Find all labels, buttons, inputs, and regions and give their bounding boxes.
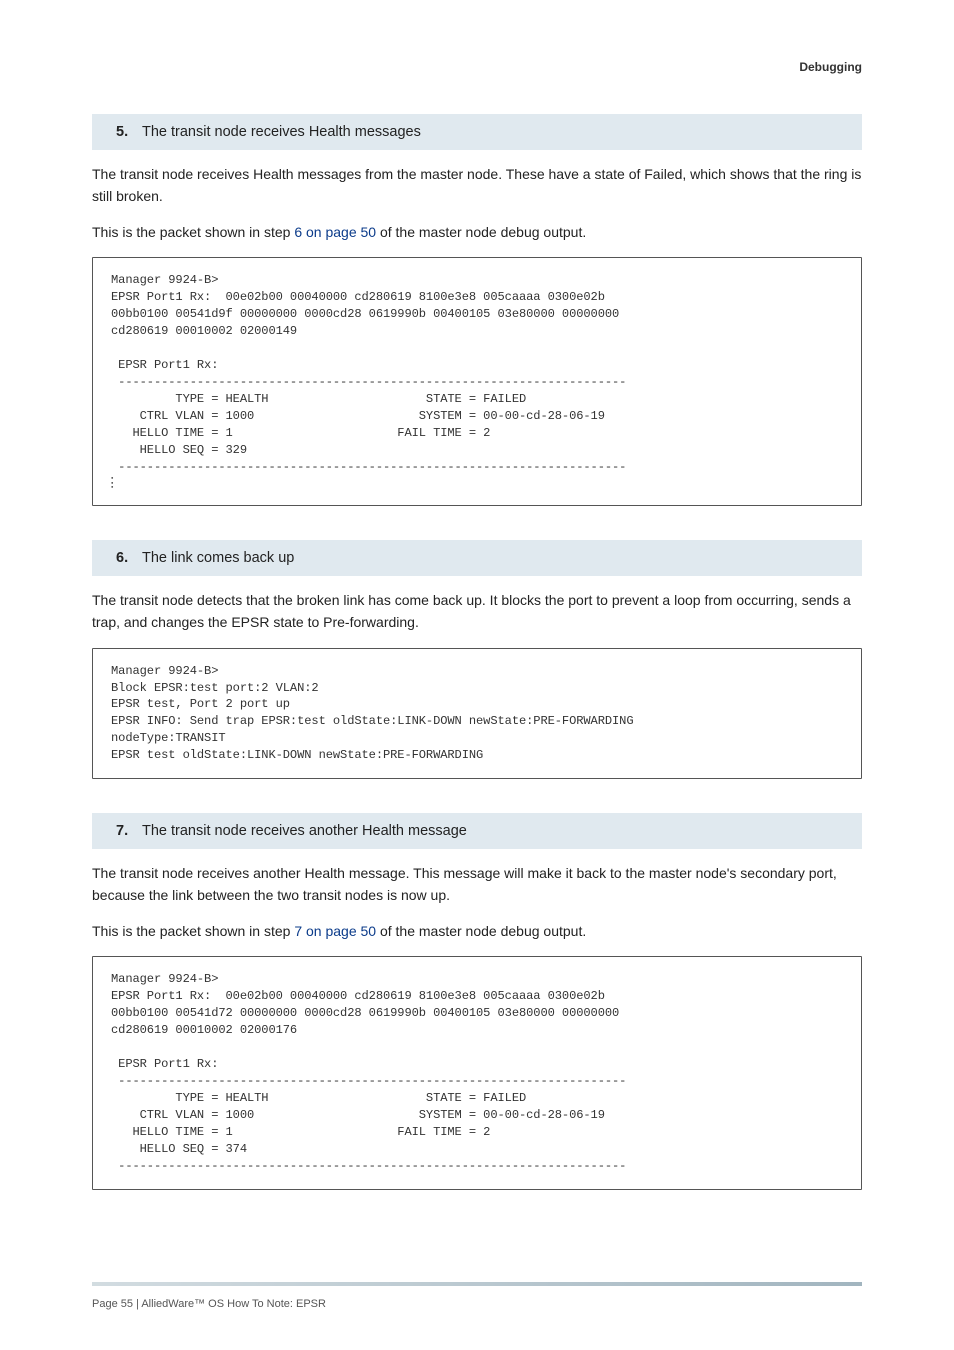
code-block-step7: Manager 9924-B> EPSR Port1 Rx: 00e02b00 …	[92, 956, 862, 1189]
step-5-para-2-suffix: of the master node debug output.	[376, 224, 586, 240]
step-7-title: The transit node receives another Health…	[142, 821, 850, 841]
step-7-row: 7. The transit node receives another Hea…	[92, 813, 862, 849]
step-6-para-1: The transit node detects that the broken…	[92, 590, 862, 633]
footer-rule	[92, 1282, 862, 1286]
step-7-para-2-suffix: of the master node debug output.	[376, 923, 586, 939]
step-7-para-2: This is the packet shown in step 7 on pa…	[92, 921, 862, 943]
step-5-title: The transit node receives Health message…	[142, 122, 850, 142]
footer-text: Page 55 | AlliedWare™ OS How To Note: EP…	[92, 1298, 326, 1310]
step-6-row: 6. The link comes back up	[92, 540, 862, 576]
step-5-para-1: The transit node receives Health message…	[92, 164, 862, 207]
cross-ref-step6[interactable]: 6 on page 50	[294, 224, 376, 240]
step-5-row: 5. The transit node receives Health mess…	[92, 114, 862, 150]
step-6-title: The link comes back up	[142, 548, 850, 568]
step-7-para-2-prefix: This is the packet shown in step	[92, 923, 294, 939]
vertical-ellipsis-icon: ●●●	[111, 477, 843, 491]
code-block-step5-text: Manager 9924-B> EPSR Port1 Rx: 00e02b00 …	[111, 273, 626, 473]
running-head: Debugging	[92, 60, 862, 74]
cross-ref-step7[interactable]: 7 on page 50	[294, 923, 376, 939]
step-5-para-2: This is the packet shown in step 6 on pa…	[92, 222, 862, 244]
step-7-number: 7.	[116, 821, 142, 841]
step-6-number: 6.	[116, 548, 142, 568]
code-block-step5: Manager 9924-B> EPSR Port1 Rx: 00e02b00 …	[92, 257, 862, 506]
step-5-para-2-prefix: This is the packet shown in step	[92, 224, 294, 240]
step-7-para-1: The transit node receives another Health…	[92, 863, 862, 906]
step-5-number: 5.	[116, 122, 142, 142]
code-block-step6: Manager 9924-B> Block EPSR:test port:2 V…	[92, 648, 862, 780]
